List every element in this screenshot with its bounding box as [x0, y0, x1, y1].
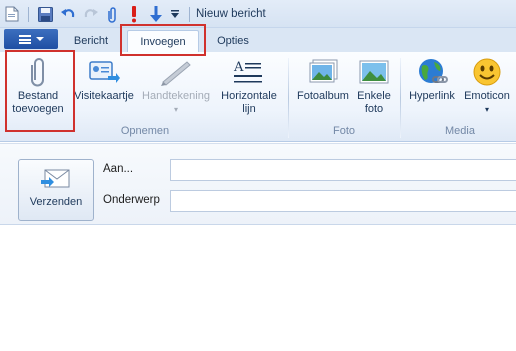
ribbon-panel: Bestand toevoegen Visitekaartje Handteke…	[0, 52, 516, 142]
redo-icon[interactable]	[82, 5, 100, 23]
horizontal-line-label-line1: Horizontale	[221, 90, 277, 102]
send-button[interactable]: Verzenden	[18, 159, 94, 221]
toolbar-separator	[189, 7, 190, 22]
signature-button[interactable]: Handtekening ▾	[138, 56, 214, 122]
window-title: Nieuw bericht	[196, 8, 266, 20]
hyperlink-button[interactable]: Hyperlink	[404, 56, 460, 122]
photo-album-button[interactable]: Fotoalbum	[292, 56, 354, 122]
group-label-opnemen: Opnemen	[120, 125, 170, 137]
priority-high-icon[interactable]	[125, 5, 143, 23]
group-label-foto: Foto	[332, 125, 355, 137]
group-separator	[400, 58, 401, 138]
group-label-media: Media	[445, 125, 475, 137]
horizontal-line-label-line2: lijn	[242, 103, 256, 115]
toolbar-separator	[28, 7, 29, 22]
business-card-button[interactable]: Visitekaartje	[72, 56, 136, 122]
message-body[interactable]	[0, 226, 516, 351]
group-separator	[288, 58, 289, 138]
signature-label: Handtekening	[142, 90, 210, 102]
chevron-down-icon: ▾	[173, 105, 178, 114]
send-envelope-icon	[41, 169, 70, 188]
svg-text:A: A	[233, 60, 244, 75]
horizontal-line-icon: A	[232, 56, 266, 88]
save-icon[interactable]	[36, 5, 54, 23]
menu-icon	[18, 34, 31, 44]
paperclip-icon	[21, 56, 55, 88]
attach-label-line2: toevoegen	[12, 103, 64, 115]
smiley-icon	[470, 56, 504, 88]
document-icon[interactable]	[3, 5, 21, 23]
single-photo-button[interactable]: Enkele foto	[352, 56, 396, 122]
photo-album-icon	[306, 56, 340, 88]
horizontal-line-button[interactable]: A Horizontale lijn	[216, 56, 282, 122]
photo-album-label: Fotoalbum	[297, 90, 349, 102]
priority-low-icon[interactable]	[147, 5, 165, 23]
emoticon-button[interactable]: Emoticon ▾	[460, 56, 514, 122]
chevron-down-icon	[35, 37, 44, 41]
file-menu-button[interactable]	[4, 29, 58, 49]
send-label: Verzenden	[29, 196, 83, 208]
photo-icon	[357, 56, 391, 88]
single-photo-label-line2: foto	[364, 103, 384, 115]
subject-label: Onderwerp	[103, 194, 160, 206]
customize-dropdown-icon[interactable]	[166, 5, 184, 23]
to-label[interactable]: Aan...	[103, 163, 133, 175]
single-photo-label-line1: Enkele	[357, 90, 391, 102]
pen-icon	[159, 56, 193, 88]
hyperlink-label: Hyperlink	[409, 90, 455, 102]
business-card-icon	[87, 56, 121, 88]
attach-file-button[interactable]: Bestand toevoegen	[6, 56, 70, 122]
tab-invoegen[interactable]: Invoegen	[127, 30, 199, 52]
paperclip-icon[interactable]	[104, 5, 122, 23]
quick-access-toolbar: Nieuw bericht	[0, 0, 516, 28]
tab-opties[interactable]: Opties	[206, 31, 260, 51]
to-field[interactable]	[170, 159, 516, 181]
chevron-down-icon: ▾	[484, 105, 489, 114]
emoticon-label: Emoticon	[464, 90, 510, 102]
globe-link-icon	[415, 56, 449, 88]
subject-field[interactable]	[170, 190, 516, 212]
business-card-label: Visitekaartje	[74, 90, 134, 102]
compose-header: Verzenden Aan... Onderwerp	[0, 143, 516, 225]
tab-bericht[interactable]: Bericht	[66, 31, 116, 51]
undo-icon[interactable]	[59, 5, 77, 23]
attach-label-line1: Bestand	[17, 90, 59, 102]
